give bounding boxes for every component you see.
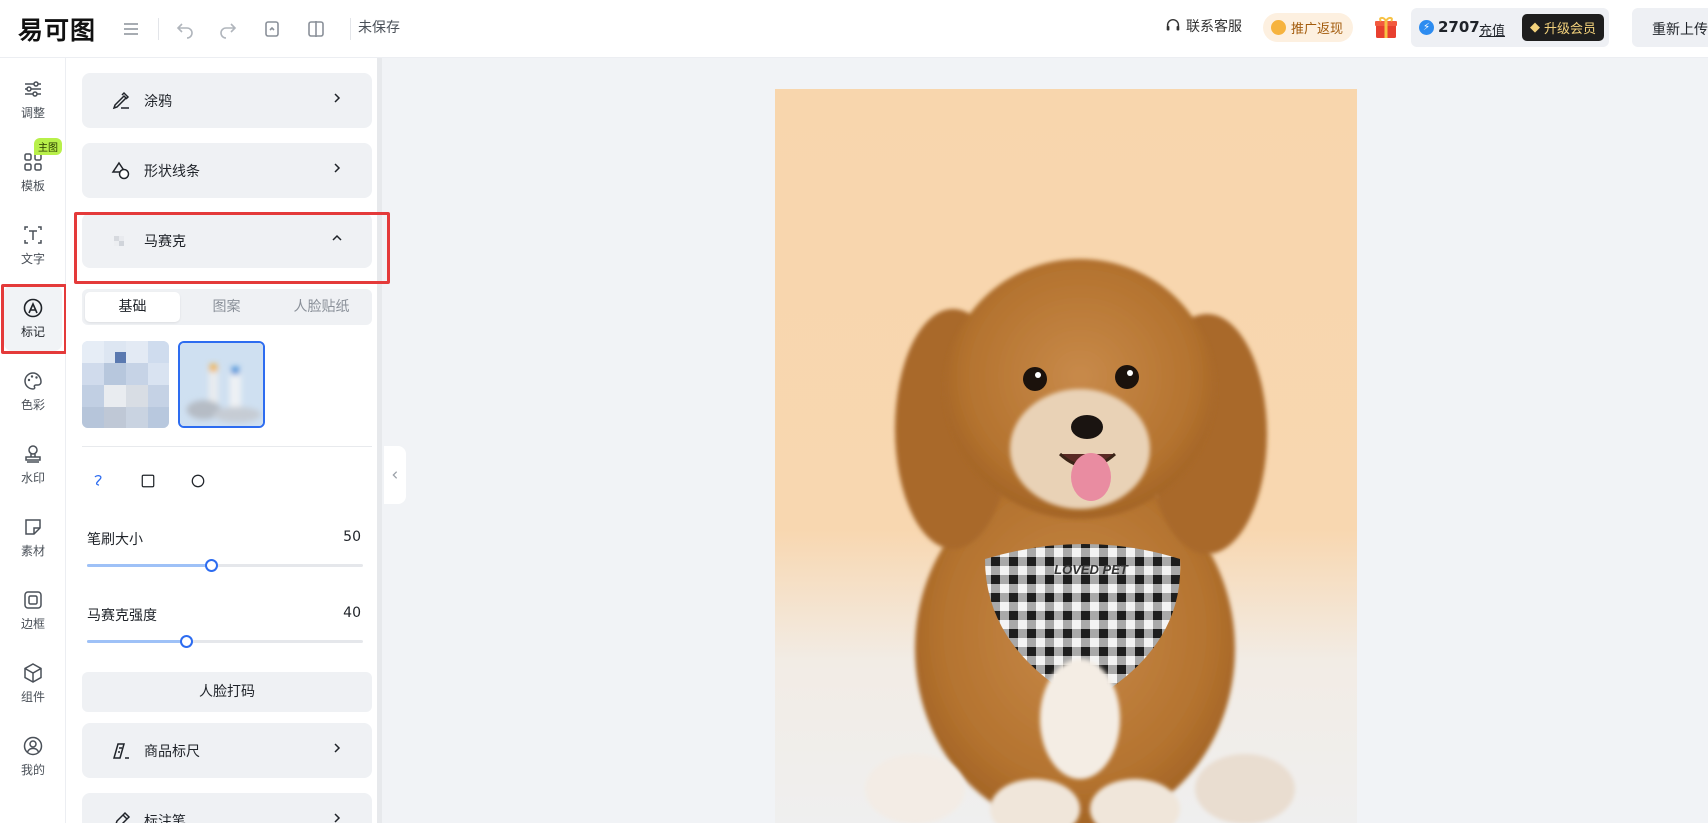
section-divider: [82, 446, 372, 447]
highlight-box-nav-mark: [1, 284, 67, 354]
palette-icon: [24, 371, 42, 390]
upgrade-vip-label: 升级会员: [1543, 22, 1596, 37]
divider: [350, 18, 351, 40]
divider: [158, 18, 159, 40]
user-icon: [23, 736, 43, 755]
stamp-icon: [25, 444, 41, 463]
nav-text[interactable]: 文字: [4, 212, 62, 278]
bib-text: LOVED PET: [1054, 562, 1129, 577]
mosaic-strength-label: 马赛克强度: [87, 608, 157, 624]
compare-icon[interactable]: [303, 16, 329, 42]
highlight-box-mosaic: [74, 212, 390, 284]
nav-border[interactable]: 边框: [4, 577, 62, 643]
collapse-panel-button[interactable]: [384, 446, 406, 504]
upgrade-vip-button[interactable]: ◆ 升级会员: [1522, 14, 1604, 41]
text-icon: [24, 225, 42, 244]
brush-size-fill: [87, 564, 211, 567]
coin-icon: [1271, 20, 1286, 35]
mosaic-strength-handle[interactable]: [180, 635, 193, 648]
brush-size-value: 50: [343, 529, 361, 545]
brush-icon: [110, 90, 132, 112]
nav-component[interactable]: 组件: [4, 650, 62, 716]
mosaic-style-pixel[interactable]: [82, 341, 169, 428]
mosaic-strength-fill: [87, 640, 186, 643]
ruler-icon: [110, 740, 132, 762]
mosaic-strength-slider[interactable]: [87, 635, 363, 648]
nav-watermark[interactable]: 水印: [4, 431, 62, 497]
annotation-tool-label: 标注笔: [144, 813, 186, 823]
template-badge: 主图: [34, 138, 62, 155]
nav-mine-label: 我的: [20, 762, 45, 777]
promo-button[interactable]: 推广返现: [1263, 13, 1354, 42]
sticker-icon: [25, 518, 41, 535]
nav-component-label: 组件: [20, 689, 45, 704]
diamond-icon: ◆: [1529, 20, 1540, 35]
contact-service-label: 联系客服: [1186, 19, 1242, 35]
points-panel: ⚡ 2707 充值 ◆ 升级会员: [1411, 8, 1609, 47]
contact-service-button[interactable]: 联系客服: [1164, 16, 1242, 36]
restore-icon[interactable]: [259, 16, 285, 42]
face-mosaic-button[interactable]: 人脸打码: [82, 672, 372, 712]
nav-material[interactable]: 素材: [4, 504, 62, 570]
lightning-icon: ⚡: [1419, 20, 1434, 35]
shapes-icon: [110, 160, 132, 182]
points-value: 2707: [1438, 18, 1480, 36]
redo-icon[interactable]: [215, 16, 241, 42]
tab-face-sticker[interactable]: 人脸贴纸: [274, 292, 369, 322]
nav-color-label: 色彩: [20, 397, 45, 412]
brush-size-label: 笔刷大小: [87, 532, 143, 548]
app-logo: 易可图: [18, 16, 97, 45]
nav-adjust-label: 调整: [20, 105, 45, 120]
graffiti-row[interactable]: 涂鸦: [82, 73, 372, 128]
top-bar: 易可图 未保存 联系客服 推广返现 ⚡ 2707 充值 ◆ 升级会员 重新上传: [0, 0, 1708, 58]
brush-size-slider[interactable]: [87, 559, 363, 572]
mosaic-tabs: 基础 图案 人脸贴纸: [82, 289, 372, 325]
product-ruler-label: 商品标尺: [144, 743, 200, 760]
mosaic-strength-value: 40: [343, 605, 361, 621]
nav-color[interactable]: 色彩: [4, 358, 62, 424]
nav-template-label: 模板: [20, 178, 45, 193]
chevron-right-icon: [334, 743, 341, 753]
nav-adjust[interactable]: 调整: [4, 66, 62, 132]
circle-brush-icon[interactable]: [187, 470, 209, 492]
frame-icon: [24, 590, 42, 609]
save-status: 未保存: [358, 20, 400, 36]
left-nav: 调整 模板 主图 文字 标记 色彩 水印 素材 边框 组件 我的: [0, 58, 66, 823]
shape-lines-label: 形状线条: [144, 163, 200, 180]
brush-size-handle[interactable]: [205, 559, 218, 572]
pen-icon: [110, 810, 132, 823]
annotation-tool-row[interactable]: 标注笔: [82, 793, 372, 823]
recharge-link[interactable]: 充值: [1479, 20, 1505, 39]
undo-icon[interactable]: [172, 16, 198, 42]
chevron-left-icon: [392, 471, 398, 479]
nav-material-label: 素材: [20, 543, 45, 558]
nav-watermark-label: 水印: [20, 470, 45, 485]
headset-icon: [1166, 19, 1180, 31]
tab-basic[interactable]: 基础: [85, 292, 180, 322]
menu-icon[interactable]: [118, 16, 144, 42]
mosaic-style-blur[interactable]: [178, 341, 265, 428]
promo-label: 推广返现: [1291, 22, 1344, 37]
product-ruler-row[interactable]: 商品标尺: [82, 723, 372, 778]
rectangle-brush-icon[interactable]: [137, 470, 159, 492]
shape-lines-row[interactable]: 形状线条: [82, 143, 372, 198]
nav-border-label: 边框: [20, 616, 45, 631]
tab-pattern[interactable]: 图案: [179, 292, 274, 322]
nav-text-label: 文字: [20, 251, 45, 266]
graffiti-label: 涂鸦: [144, 93, 172, 110]
reupload-button[interactable]: 重新上传: [1632, 8, 1708, 47]
sliders-icon: [25, 80, 41, 97]
tool-panel: 涂鸦 形状线条 马赛克 基础 图案 人脸贴纸 笔刷大小 50 马赛克强度 40 …: [66, 58, 382, 823]
chevron-right-icon: [334, 93, 341, 103]
panel-scrollbar[interactable]: [377, 58, 382, 823]
gift-icon[interactable]: [1372, 13, 1400, 41]
nav-mine[interactable]: 我的: [4, 723, 62, 789]
chevron-right-icon: [334, 163, 341, 173]
canvas-image[interactable]: LOVED PET: [775, 89, 1357, 823]
cube-icon: [24, 662, 42, 683]
freehand-brush-icon[interactable]: [88, 470, 110, 492]
chevron-right-icon: [334, 813, 341, 823]
